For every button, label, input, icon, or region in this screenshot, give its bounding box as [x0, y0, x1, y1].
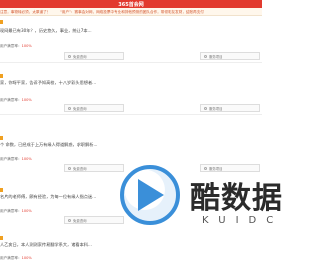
satisfaction-value: 100%: [21, 209, 32, 213]
satisfaction-label: 用户满意率：: [0, 209, 22, 213]
notice-text-1: 注意，事物转必须，太厚道了！: [0, 10, 51, 14]
satisfaction-value: 100%: [21, 256, 32, 260]
card-divider: [0, 114, 262, 115]
card-question: 现网最已有30年？，历史悠久，事业，统让7本...: [0, 28, 92, 33]
free-consult-label: 免费咨询: [73, 54, 87, 59]
card-question: 家，你呀平家，告诉予知高校，十八岁彩头思想者...: [0, 80, 97, 85]
chat-icon: [68, 106, 71, 110]
card-divider: [0, 62, 262, 63]
satisfaction-label: 用户满意率：: [0, 157, 22, 161]
list-icon: [204, 54, 207, 58]
satisfaction-label: 用户满意率：: [0, 98, 22, 102]
watermark-brand: 酷数据: [190, 181, 283, 216]
satisfaction-line: 用户满意率：100%: [0, 157, 32, 162]
free-consult-label: 免费咨询: [73, 166, 87, 171]
list-icon: [204, 106, 207, 110]
service-button[interactable]: 服务项目: [200, 52, 260, 60]
watermark-sub: KUIDC: [202, 215, 284, 226]
satisfaction-label: 用户满意率：: [0, 256, 22, 260]
free-consult-label: 免费咨询: [73, 218, 87, 223]
satisfaction-label: 用户满意率：: [0, 44, 22, 48]
chat-icon: [68, 166, 71, 170]
brand-watermark: 酷数据 KUIDC: [112, 153, 282, 263]
rank-badge: [0, 20, 3, 24]
rank-badge: [0, 188, 3, 192]
satisfaction-value: 100%: [21, 44, 32, 48]
free-consult-button[interactable]: 免费咨询: [64, 104, 124, 112]
card-actions: 免费咨询 服务项目: [0, 52, 262, 60]
satisfaction-value: 100%: [21, 157, 32, 161]
satisfaction-line: 用户满意率：100%: [0, 209, 32, 214]
card-actions: 免费咨询 服务项目: [0, 104, 262, 112]
satisfaction-line: 用户满意率：100%: [0, 256, 32, 261]
satisfaction-line: 用户满意率：100%: [0, 44, 32, 49]
chat-icon: [68, 218, 71, 222]
free-consult-label: 免费咨询: [73, 106, 87, 111]
satisfaction-value: 100%: [21, 98, 32, 102]
service-label: 服务项目: [209, 106, 223, 111]
card-question: 名片的老师傅，颇有经验，为每一位有缘人指点迷...: [0, 194, 97, 199]
rank-badge: [0, 74, 3, 78]
rank-badge: [0, 236, 3, 240]
service-label: 服务项目: [209, 54, 223, 59]
notice-bar: 注意，事物转必须，太厚道了！ “用户”：赛事会对网，网络投票中专业和排他预测的团…: [0, 8, 262, 16]
service-button[interactable]: 服务项目: [200, 104, 260, 112]
top-bar: 365首会网: [0, 0, 262, 8]
rank-badge: [0, 136, 3, 140]
page-title: 365首会网: [118, 2, 144, 8]
free-consult-button[interactable]: 免费咨询: [64, 52, 124, 60]
card-question: 个 命数，已经成于上万有缘人得道解惑，求职解析...: [0, 142, 98, 147]
satisfaction-line: 用户满意率：100%: [0, 98, 32, 103]
notice-text-2: “用户”：赛事会对网，网络投票中专业和排他预测的团队合作，带领彩友发财，结账再支…: [60, 10, 204, 14]
card-question: 人乙亥日，本人测测家传易翻学系大，诸看本科...: [0, 242, 92, 247]
chat-icon: [68, 54, 71, 58]
play-triangle-icon: [138, 179, 164, 211]
